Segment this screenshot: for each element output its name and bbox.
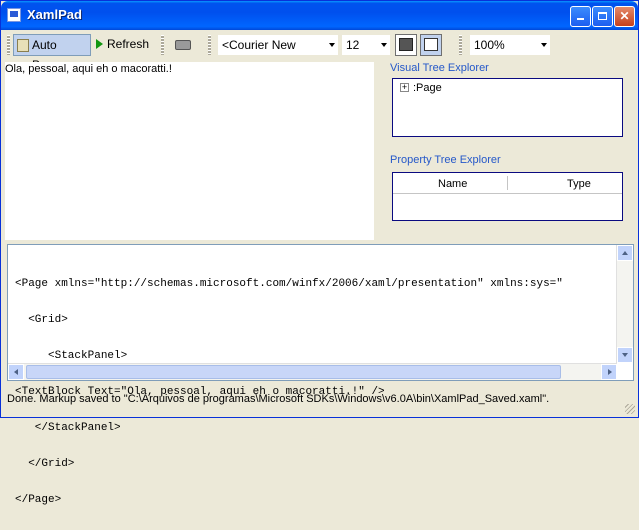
title-bar[interactable]: XamlPad ✕ — [1, 1, 638, 30]
window-title: XamlPad — [27, 7, 82, 22]
toolbar-grip[interactable] — [7, 35, 10, 55]
status-bar-text: Done. Markup saved to "C:\Arquivos de pr… — [7, 393, 550, 405]
vertical-scrollbar[interactable] — [616, 245, 633, 363]
code-line: </Grid> — [15, 458, 75, 470]
tree-icon — [424, 38, 438, 51]
tree-expander-icon[interactable]: + — [400, 83, 409, 92]
printer-icon — [175, 40, 191, 50]
splitter[interactable] — [5, 240, 636, 243]
minimize-button[interactable] — [570, 6, 591, 27]
app-window: XamlPad ✕ Auto Parse Refresh <Courier Ne… — [0, 0, 639, 506]
xaml-editor[interactable]: <Page xmlns="http://schemas.microsoft.co… — [7, 244, 634, 506]
horizontal-scrollbar[interactable] — [8, 363, 617, 380]
toolbar-grip[interactable] — [459, 35, 462, 55]
close-button[interactable]: ✕ — [614, 6, 635, 27]
editor-content[interactable]: <Page xmlns="http://schemas.microsoft.co… — [15, 254, 563, 530]
preview-pane[interactable]: Ola, pessoal, aqui eh o macoratti.! — [5, 62, 374, 240]
column-divider[interactable] — [507, 176, 508, 190]
scroll-right-button[interactable] — [601, 364, 617, 380]
scroll-up-button[interactable] — [617, 245, 633, 261]
resize-grip-icon[interactable] — [625, 404, 635, 414]
toolbar-grip[interactable] — [161, 35, 164, 55]
app-icon — [7, 8, 21, 22]
code-line: <Grid> — [15, 314, 68, 326]
chevron-up-icon — [622, 251, 628, 255]
code-line: </Page> — [15, 494, 62, 506]
preview-text: Ola, pessoal, aqui eh o macoratti.! — [5, 63, 172, 75]
maximize-icon — [598, 12, 607, 20]
show-hide-toggle[interactable] — [395, 34, 417, 56]
code-line: <Page xmlns="http://schemas.microsoft.co… — [15, 278, 563, 290]
auto-parse-button[interactable]: Auto Parse — [13, 34, 91, 72]
chevron-down-icon — [381, 43, 387, 47]
chevron-down-icon — [622, 353, 628, 357]
zoom-select[interactable]: 100% — [470, 35, 550, 55]
property-tree[interactable]: Name Type — [392, 172, 623, 221]
font-family-select[interactable]: <Courier New — [218, 35, 338, 55]
column-header-type[interactable]: Type — [567, 178, 591, 190]
auto-parse-icon — [17, 39, 29, 52]
scroll-left-button[interactable] — [8, 364, 24, 380]
tree-node-page[interactable]: :Page — [413, 82, 442, 94]
chevron-down-icon — [329, 43, 335, 47]
code-line: <StackPanel> — [15, 350, 128, 362]
scroll-down-button[interactable] — [617, 347, 633, 363]
chevron-down-icon — [541, 43, 547, 47]
column-header-name[interactable]: Name — [438, 178, 467, 190]
tree-view-toggle[interactable] — [420, 34, 442, 56]
scroll-thumb[interactable] — [26, 365, 561, 379]
maximize-button[interactable] — [592, 6, 613, 27]
visual-tree[interactable]: + :Page — [392, 78, 623, 137]
minimize-icon — [577, 18, 584, 20]
chevron-right-icon — [608, 369, 612, 375]
visual-tree-title: Visual Tree Explorer — [390, 62, 489, 74]
toolbar-grip[interactable] — [208, 35, 211, 55]
window-icon — [399, 38, 413, 51]
code-line: </StackPanel> — [15, 422, 121, 434]
toolbar: Auto Parse Refresh <Courier New 12 100% — [4, 32, 636, 72]
font-size-select[interactable]: 12 — [342, 35, 390, 55]
print-button[interactable] — [172, 34, 194, 56]
chevron-left-icon — [14, 369, 18, 375]
close-icon: ✕ — [619, 9, 630, 23]
property-header: Name Type — [393, 173, 622, 194]
property-tree-title: Property Tree Explorer — [390, 154, 501, 166]
refresh-button[interactable]: Refresh — [94, 34, 156, 56]
play-icon — [96, 39, 103, 49]
